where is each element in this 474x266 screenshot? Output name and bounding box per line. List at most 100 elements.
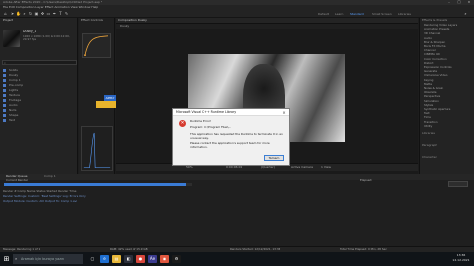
effects-list-item[interactable]: Rendering Video Layers: [424, 24, 472, 28]
project-row[interactable]: Audio: [3, 103, 77, 108]
character-header[interactable]: Character: [422, 156, 437, 159]
effects-list-item[interactable]: Stylize: [424, 104, 472, 108]
home-icon[interactable]: ⌂: [3, 11, 8, 16]
workspace-tab-default[interactable]: Default: [318, 11, 329, 17]
after-effects-icon[interactable]: Ae: [148, 255, 157, 263]
windows-start-icon[interactable]: ⊞: [2, 254, 11, 264]
project-item-info: 1920 x 1080 (1.00) Δ 0:00:12:00, 29.97 f…: [23, 34, 70, 42]
app-icon-settings[interactable]: ⚙: [172, 255, 181, 263]
project-row[interactable]: Text: [3, 118, 77, 123]
effects-list-item[interactable]: 3D Channel: [424, 32, 472, 36]
project-row[interactable]: Comp 1: [3, 78, 77, 83]
pen-tool-icon[interactable]: ✒: [52, 11, 57, 16]
effects-list-item[interactable]: Animation Presets: [424, 28, 472, 32]
project-row[interactable]: Nulls: [3, 108, 77, 113]
project-row[interactable]: Footage: [3, 98, 77, 103]
effects-list-item[interactable]: Noise & Grain: [424, 87, 472, 91]
ok-button[interactable]: Tamam: [264, 155, 284, 161]
render-settings-row[interactable]: Render Settings: Custom: 'Best Settings'…: [3, 194, 471, 198]
composition-tab[interactable]: Composition Dusky: [118, 19, 147, 22]
dialog-close-icon[interactable]: ×: [281, 109, 287, 116]
preset-swatch[interactable]: [96, 101, 116, 108]
effects-list-item[interactable]: Keying: [424, 79, 472, 83]
effects-list-item[interactable]: Obsolete: [424, 91, 472, 95]
dialog-support-message: Please contact the application's support…: [190, 141, 270, 149]
project-row[interactable]: Pre-comp: [3, 83, 77, 88]
effects-list-item[interactable]: Blur & Sharpen: [424, 41, 472, 45]
edge-icon[interactable]: e: [100, 255, 109, 263]
workspace-tab-learn[interactable]: Learn: [335, 11, 343, 17]
search-help-icon[interactable]: ⌕: [463, 11, 468, 16]
paragraph-header[interactable]: Paragraph: [422, 144, 437, 147]
effects-list-item[interactable]: Expression Controls: [424, 66, 472, 70]
comp-tab[interactable]: Comp 1: [44, 175, 56, 178]
effects-list-item[interactable]: Audio: [424, 37, 472, 41]
project-item-name: Dusky_1: [23, 30, 37, 33]
effects-list-item[interactable]: Immersive Video: [424, 74, 472, 78]
view-select[interactable]: 1 View: [321, 166, 331, 169]
app-icon-red[interactable]: ◉: [160, 255, 169, 263]
file-explorer-icon[interactable]: ▤: [112, 255, 121, 263]
zoom-tool-icon[interactable]: ⌕: [22, 11, 27, 16]
store-icon[interactable]: ◧: [124, 255, 133, 263]
composition-subtab[interactable]: Dusky: [120, 25, 129, 28]
project-panel-label[interactable]: Project: [3, 19, 13, 22]
current-time[interactable]: 0:00:06:01: [226, 166, 242, 169]
workspace-tab-libraries[interactable]: Libraries: [398, 11, 411, 17]
effects-presets-header[interactable]: Effects & Presets: [422, 19, 447, 22]
menu-items[interactable]: File Edit Composition Layer Effect Anima…: [3, 6, 98, 9]
mask-tool-icon[interactable]: ▭: [46, 11, 51, 16]
effects-list-item[interactable]: Perspective: [424, 95, 472, 99]
effects-list-item[interactable]: Transition: [424, 121, 472, 125]
project-row[interactable]: Dusky: [3, 73, 77, 78]
workspace-tab-small-screen[interactable]: Small Screen: [372, 11, 392, 17]
task-view-icon[interactable]: ▢: [88, 255, 97, 263]
stop-render-button[interactable]: [448, 181, 468, 187]
resolution-select[interactable]: (Quarter): [261, 166, 275, 169]
effects-list-item[interactable]: Utility: [424, 125, 472, 129]
effects-list-item[interactable]: Simulation: [424, 100, 472, 104]
curve-graph[interactable]: [82, 33, 111, 58]
camera-tool-icon[interactable]: ▣: [34, 11, 39, 16]
effect-controls-tab[interactable]: Effect Controls: [81, 19, 103, 22]
effects-list-item[interactable]: Boris FX Mocha: [424, 45, 472, 49]
workspace-tab-standard[interactable]: Standard: [350, 11, 364, 17]
text-tool-icon[interactable]: T: [58, 11, 63, 16]
rotate-tool-icon[interactable]: ↻: [28, 11, 33, 16]
effects-list-item[interactable]: Color Correction: [424, 58, 472, 62]
project-row-label: Shape: [9, 113, 19, 117]
project-row-label: Pre-comp: [9, 83, 24, 87]
project-row-label: Audio: [9, 103, 18, 107]
value-graph[interactable]: [81, 126, 113, 171]
pan-tool-icon[interactable]: ✥: [40, 11, 45, 16]
project-row-swatch: [3, 108, 6, 112]
effects-list-item[interactable]: Channel: [424, 49, 472, 53]
taskbar-clock[interactable]: 13:36 12.12.2021: [451, 253, 471, 265]
libraries-header[interactable]: Libraries: [422, 132, 435, 135]
project-row[interactable]: Lights: [3, 88, 77, 93]
selection-tool-icon[interactable]: ➤: [10, 11, 15, 16]
effects-list-item[interactable]: Text: [424, 112, 472, 116]
project-row-swatch: [3, 93, 6, 97]
effects-list-item[interactable]: Time: [424, 116, 472, 120]
project-row[interactable]: Texture: [3, 93, 77, 98]
effects-list-item[interactable]: Matte: [424, 83, 472, 87]
taskbar-search-input[interactable]: Aramak için buraya yazın: [13, 254, 83, 264]
effects-list-item[interactable]: Distort: [424, 62, 472, 66]
zoom-level[interactable]: 50%: [186, 166, 193, 169]
effects-list-item[interactable]: CINEMA 4D: [424, 53, 472, 57]
chrome-icon[interactable]: ●: [136, 255, 145, 263]
effects-list-item[interactable]: Synthetic Aperture: [424, 108, 472, 112]
project-row-swatch: [3, 98, 6, 102]
hand-tool-icon[interactable]: ✋: [16, 11, 21, 16]
project-search-input[interactable]: ⌕: [2, 60, 77, 65]
window-title: Adobe After Effects 2020 - C:\Users\Desk…: [3, 0, 103, 4]
search-icon: ⌕: [4, 61, 6, 65]
effects-list-item[interactable]: Generate: [424, 70, 472, 74]
brush-tool-icon[interactable]: ✎: [64, 11, 69, 16]
project-row-label: Texture: [9, 93, 20, 97]
project-row[interactable]: Solids: [3, 68, 77, 73]
output-module-row[interactable]: Output Module: Custom: AVI Output To: Co…: [3, 199, 471, 203]
camera-select[interactable]: Active Camera: [291, 166, 313, 169]
project-row[interactable]: Shape: [3, 113, 77, 118]
